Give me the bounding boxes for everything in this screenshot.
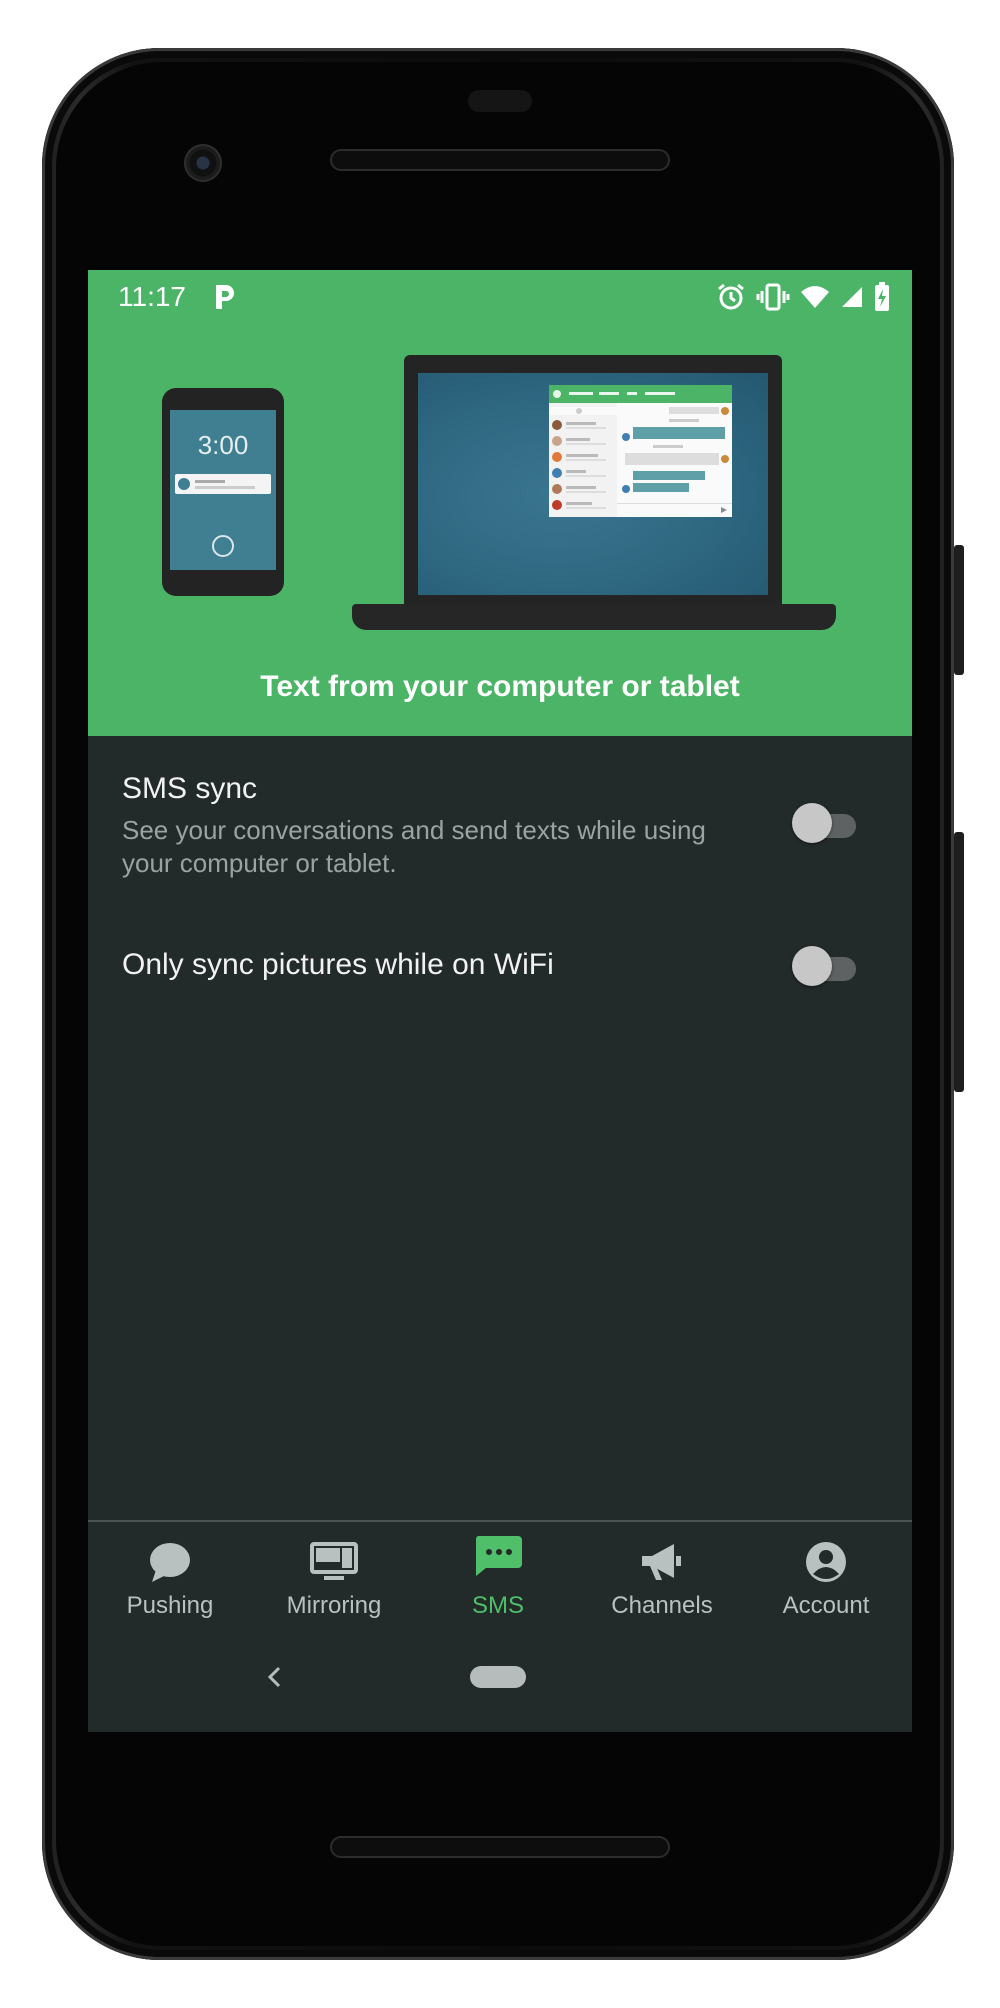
power-button bbox=[954, 545, 964, 675]
nav-item-pushing[interactable]: Pushing bbox=[88, 1522, 252, 1632]
volume-button bbox=[954, 832, 964, 1092]
top-speaker bbox=[330, 149, 670, 171]
back-icon[interactable] bbox=[260, 1662, 290, 1692]
sms-sync-description: See your conversations and send texts wh… bbox=[122, 815, 706, 878]
illustration-phone: 3:00 bbox=[162, 388, 284, 596]
nav-item-channels[interactable]: Channels bbox=[580, 1522, 744, 1632]
nav-label-pushing: Pushing bbox=[126, 1592, 214, 1619]
nav-item-account[interactable]: Account bbox=[744, 1522, 908, 1632]
cell-signal-icon bbox=[842, 287, 862, 307]
nav-label-channels: Channels bbox=[611, 1592, 713, 1619]
wifi-pictures-toggle[interactable] bbox=[792, 945, 858, 987]
front-camera bbox=[184, 144, 222, 182]
chat-bubble-icon bbox=[150, 1543, 190, 1582]
sms-sync-toggle[interactable] bbox=[792, 802, 858, 844]
illustration-laptop-base bbox=[352, 604, 836, 630]
illustration-laptop bbox=[404, 355, 782, 609]
app-screen: 11:17 3:00 Text from your computer or ta… bbox=[88, 270, 912, 1732]
illustration-laptop-screen bbox=[418, 373, 768, 595]
wifi-pictures-setting[interactable]: Only sync pictures while on WiFi bbox=[122, 948, 762, 982]
bottom-nav: Pushing Mirroring SMS Channels Account bbox=[88, 1522, 912, 1632]
nav-item-sms[interactable]: SMS bbox=[416, 1522, 580, 1632]
nav-label-mirroring: Mirroring bbox=[286, 1592, 382, 1619]
home-button[interactable] bbox=[470, 1666, 526, 1688]
battery-charging-icon bbox=[875, 282, 889, 311]
wifi-pictures-title: Only sync pictures while on WiFi bbox=[122, 948, 554, 981]
earpiece-grille bbox=[468, 90, 532, 112]
nav-item-mirroring[interactable]: Mirroring bbox=[252, 1522, 416, 1632]
status-time: 11:17 bbox=[118, 281, 186, 312]
illustration-notification bbox=[175, 474, 271, 494]
illustration-unlock-ring bbox=[212, 535, 234, 557]
wifi-icon bbox=[801, 286, 829, 308]
illustration-phone-clock: 3:00 bbox=[197, 430, 249, 460]
illustration-chat-window bbox=[549, 385, 732, 517]
sms-sync-title: SMS sync bbox=[122, 772, 258, 805]
status-icons bbox=[716, 282, 890, 312]
nav-label-account: Account bbox=[782, 1592, 870, 1619]
toggle-thumb bbox=[792, 803, 832, 843]
system-nav-bar bbox=[88, 1632, 912, 1732]
toggle-thumb bbox=[792, 946, 832, 986]
hero-caption: Text from your computer or tablet bbox=[260, 670, 740, 703]
status-bar: 11:17 bbox=[88, 270, 912, 326]
alarm-icon bbox=[718, 283, 744, 310]
megaphone-icon bbox=[642, 1544, 681, 1580]
sms-icon bbox=[475, 1536, 522, 1576]
vibrate-icon bbox=[756, 283, 790, 311]
bottom-speaker bbox=[330, 1836, 670, 1858]
pushbullet-icon bbox=[216, 285, 234, 309]
monitor-icon bbox=[310, 1542, 358, 1580]
illustration-phone-screen: 3:00 bbox=[170, 410, 276, 570]
nav-label-sms: SMS bbox=[471, 1592, 524, 1619]
account-circle-icon bbox=[806, 1542, 846, 1582]
hero-banner: 11:17 3:00 Text from your computer or ta… bbox=[88, 270, 912, 736]
sms-sync-setting[interactable]: SMS sync See your conversations and send… bbox=[122, 772, 762, 880]
